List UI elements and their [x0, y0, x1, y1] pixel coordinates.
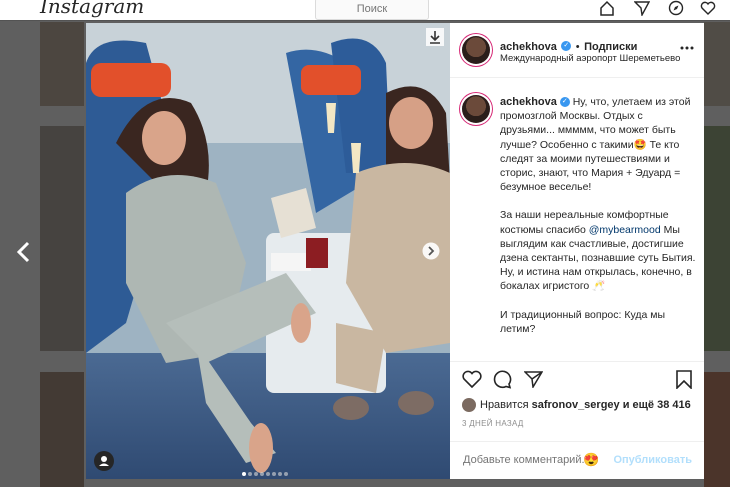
- caption-text: И традиционный вопрос: Куда мы летим?: [500, 308, 666, 335]
- carousel-dot: [266, 472, 270, 476]
- author-username[interactable]: achekhova: [500, 41, 557, 53]
- comment-input[interactable]: [463, 454, 593, 466]
- instagram-logo[interactable]: Instagram: [40, 0, 144, 18]
- likes-count[interactable]: и ещё 38 416: [623, 399, 691, 411]
- carousel-dot: [248, 472, 252, 476]
- carousel-dot: [242, 472, 246, 476]
- liker-avatar[interactable]: [462, 398, 476, 412]
- save-bookmark-icon[interactable]: [676, 370, 692, 389]
- likes-summary: Нравится safronov_sergey и ещё 38 416: [462, 398, 691, 412]
- emoji-icon[interactable]: 😍: [583, 452, 599, 468]
- caption-author-avatar[interactable]: [462, 95, 490, 123]
- download-icon[interactable]: [426, 28, 444, 46]
- post-timestamp[interactable]: 3 ДНЕЙ НАЗАД: [462, 419, 524, 428]
- like-heart-icon[interactable]: [462, 370, 482, 388]
- comment-box: 😍 Опубликовать: [450, 441, 704, 480]
- more-options-icon[interactable]: [680, 45, 694, 51]
- top-navigation-bar: Instagram: [0, 0, 730, 21]
- liker-username[interactable]: safronov_sergey: [532, 399, 620, 411]
- tagged-user-icon[interactable]: [94, 451, 114, 471]
- author-avatar[interactable]: [462, 36, 490, 64]
- previous-post-arrow-icon[interactable]: [14, 240, 34, 264]
- post-caption: achekhova ✓ Ну, что, улетаем из этой про…: [500, 95, 696, 336]
- post-location[interactable]: Международный аэропорт Шереметьево: [500, 53, 680, 64]
- post-header: achekhova ✓ • Подписки Международный аэр…: [450, 23, 704, 78]
- carousel-dot: [284, 472, 288, 476]
- following-button[interactable]: Подписки: [584, 41, 637, 53]
- carousel-dot: [260, 472, 264, 476]
- likes-prefix: Нравится: [480, 398, 529, 411]
- post-actions-bar: [450, 361, 704, 394]
- publish-button[interactable]: Опубликовать: [613, 454, 692, 466]
- activity-heart-icon[interactable]: [700, 0, 716, 16]
- caption-author-username[interactable]: achekhova: [500, 96, 557, 108]
- airplane-cabin-photo: [86, 23, 450, 479]
- verified-badge-icon: ✓: [559, 97, 570, 108]
- carousel-indicator: [242, 463, 290, 481]
- direct-icon[interactable]: [634, 0, 650, 16]
- next-slide-arrow-icon[interactable]: [422, 242, 440, 260]
- caption-fade: [450, 349, 704, 361]
- home-icon[interactable]: [599, 0, 615, 16]
- search-input[interactable]: [315, 0, 429, 20]
- separator-dot: •: [575, 41, 580, 53]
- mention-link[interactable]: @mybearmood: [589, 224, 661, 236]
- share-icon[interactable]: [524, 370, 543, 388]
- carousel-dot: [254, 472, 258, 476]
- comment-icon[interactable]: [493, 370, 512, 389]
- carousel-dot: [272, 472, 276, 476]
- post-photo[interactable]: [86, 23, 450, 479]
- post-details-panel: achekhova ✓ • Подписки Международный аэр…: [450, 23, 704, 479]
- verified-badge-icon: ✓: [561, 40, 572, 51]
- carousel-dot: [278, 472, 282, 476]
- caption-text: Ну, что, улетаем из этой промозглой Моск…: [500, 96, 691, 194]
- explore-icon[interactable]: [668, 0, 684, 16]
